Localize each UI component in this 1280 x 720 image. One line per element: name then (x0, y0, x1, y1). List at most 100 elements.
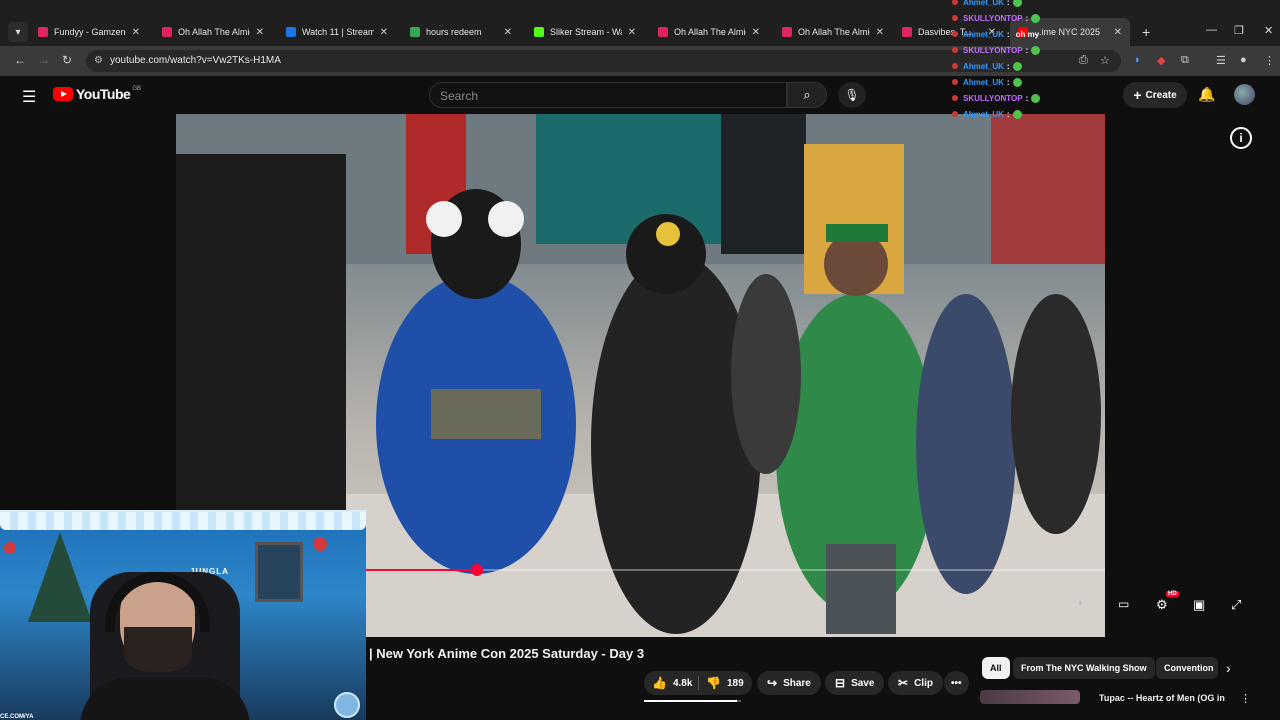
tab-favicon-icon (38, 27, 48, 37)
up-next-thumbnail[interactable] (980, 690, 1080, 704)
fullscreen-icon[interactable]: ⤢ (1231, 597, 1241, 613)
video-progress-bar[interactable] (366, 564, 1105, 576)
up-next-title[interactable]: Tupac -- Heartz of Men (OG in (1099, 693, 1225, 703)
minimize-button[interactable]: — (1206, 24, 1217, 36)
chat-message: Ahmet_UK: oh my (952, 28, 1039, 40)
stream-chat-overlay: Ahmet_UK: SKULLYONTOP: Ahmet_UK: oh my SKULL… (952, 0, 1102, 120)
browser-tab[interactable]: Sliker Stream - Watch ✕ (526, 18, 644, 46)
chat-separator: : (1006, 61, 1010, 71)
youtube-play-logo-icon (53, 87, 73, 101)
back-button[interactable]: ← (14, 53, 26, 67)
browser-tab[interactable]: Oh Allah The Almigh ✕ (650, 18, 768, 46)
chat-separator: : (1006, 77, 1010, 87)
youtube-logo-text: YouTube (76, 86, 131, 102)
browser-tab[interactable]: hours redeem ✕ (402, 18, 520, 46)
plus-icon: + (1133, 87, 1142, 103)
restore-button[interactable]: ❐ (1234, 24, 1244, 37)
tab-favicon-icon (410, 27, 420, 37)
forward-button[interactable]: → (38, 53, 50, 67)
chat-emote-icon (1012, 61, 1022, 71)
reading-list-icon[interactable]: ☰ (1216, 54, 1226, 67)
browser-tab[interactable]: Oh Allah The Almigh ✕ (774, 18, 892, 46)
chat-message: SKULLYONTOP: (952, 44, 1041, 56)
chat-message: SKULLYONTOP: (952, 92, 1041, 104)
chat-username: SKULLYONTOP (963, 13, 1023, 23)
ornament-left (4, 542, 16, 554)
mascot-icon (334, 692, 360, 718)
extension-audio-icon[interactable]: ◗ (1134, 54, 1141, 66)
search-input[interactable] (440, 89, 770, 103)
chat-separator: : (1025, 93, 1029, 103)
chevron-right-icon[interactable]: › (1226, 660, 1231, 676)
chat-username: Ahmet_UK (963, 0, 1004, 7)
clip-button[interactable]: ✂ Clip (888, 671, 943, 695)
video-progress-fill (366, 569, 477, 571)
bookmark-icon: ⊟ (835, 676, 846, 690)
create-button[interactable]: + Create (1123, 82, 1187, 108)
extensions-puzzle-icon[interactable]: ⧉ (1181, 54, 1189, 67)
tab-close-icon[interactable]: ✕ (256, 27, 264, 38)
voice-search-button[interactable]: 🎙 (838, 82, 866, 108)
close-window-button[interactable]: ✕ (1264, 24, 1273, 37)
video-scrubber-handle[interactable] (470, 564, 483, 576)
new-tab-button[interactable]: + (1142, 24, 1150, 40)
region-code: GB (132, 86, 141, 92)
snow-border-decoration (0, 512, 366, 530)
search-icon: ⌕ (803, 87, 811, 102)
chat-user-badge-icon (952, 111, 958, 117)
tab-close-icon[interactable]: ✕ (380, 27, 388, 38)
chat-user-badge-icon (952, 0, 958, 5)
chat-emote-icon (1031, 93, 1041, 103)
search-button[interactable]: ⌕ (787, 82, 827, 108)
site-info-icon[interactable]: ⚙ (94, 55, 103, 66)
chat-user-badge-icon (952, 31, 958, 37)
chat-emote-icon (1012, 0, 1022, 7)
miniplayer-icon[interactable]: ▣ (1193, 597, 1205, 613)
more-actions-button[interactable]: ••• (944, 671, 969, 695)
tab-close-icon[interactable]: ✕ (752, 27, 760, 38)
chat-text: oh my (1015, 29, 1040, 39)
tab-title: Oh Allah The Almigh (178, 27, 250, 37)
share-button[interactable]: ↪ Share (757, 671, 821, 695)
up-next-more-icon[interactable]: ⋮ (1240, 692, 1251, 705)
chat-message: Ahmet_UK: (952, 76, 1022, 88)
tab-search-button[interactable]: ▾ (8, 22, 28, 42)
extension-shield-icon[interactable]: ◆ (1157, 54, 1165, 67)
tab-close-icon[interactable]: ✕ (504, 27, 512, 38)
chip-nyc-walking-show[interactable]: From The NYC Walking Show (1013, 657, 1155, 679)
settings-gear-icon[interactable]: ⚙ (1156, 597, 1168, 613)
chat-emote-icon (1031, 45, 1041, 55)
chat-message: Ahmet_UK: (952, 0, 1022, 8)
video-info-icon[interactable]: i (1230, 127, 1252, 149)
browser-tab[interactable]: Fundyy - Gamzende ✕ (30, 18, 148, 46)
browser-tab[interactable]: Oh Allah The Almigh ✕ (154, 18, 272, 46)
browser-menu-icon[interactable]: ⋮ (1264, 54, 1275, 67)
guide-menu-icon[interactable]: ☰ (22, 87, 36, 107)
tab-favicon-icon (162, 27, 172, 37)
hd-badge: HD (1166, 591, 1179, 597)
tab-close-icon[interactable]: ✕ (876, 27, 884, 38)
dislike-button[interactable]: 👎 189 (706, 671, 744, 695)
chip-all[interactable]: All (982, 657, 1010, 679)
address-url[interactable]: youtube.com/watch?v=Vw2TKs-H1MA (110, 55, 281, 66)
tab-title: hours redeem (426, 27, 482, 37)
profile-icon[interactable]: ● (1240, 54, 1247, 66)
like-button[interactable]: 👍 4.8k (652, 671, 692, 695)
share-label: Share (783, 677, 811, 689)
youtube-logo[interactable]: YouTube GB (53, 86, 141, 102)
subtitles-icon[interactable]: ▭ (1118, 597, 1129, 611)
autoplay-toggle[interactable]: ◐ (1078, 597, 1085, 609)
tab-close-icon[interactable]: ✕ (628, 27, 636, 38)
reload-button[interactable]: ↻ (62, 53, 72, 67)
tab-favicon-icon (658, 27, 668, 37)
tab-close-icon[interactable]: ✕ (1114, 27, 1122, 38)
account-avatar[interactable] (1234, 84, 1255, 105)
save-button[interactable]: ⊟ Save (825, 671, 885, 695)
notifications-bell-icon[interactable]: 🔔 (1198, 86, 1215, 103)
chat-username: Ahmet_UK (963, 61, 1004, 71)
tab-close-icon[interactable]: ✕ (132, 27, 140, 38)
like-divider (698, 676, 699, 690)
chip-convention[interactable]: Convention (1156, 657, 1218, 679)
search-box[interactable] (429, 82, 787, 108)
browser-tab[interactable]: Watch 11 | Streamab ✕ (278, 18, 396, 46)
